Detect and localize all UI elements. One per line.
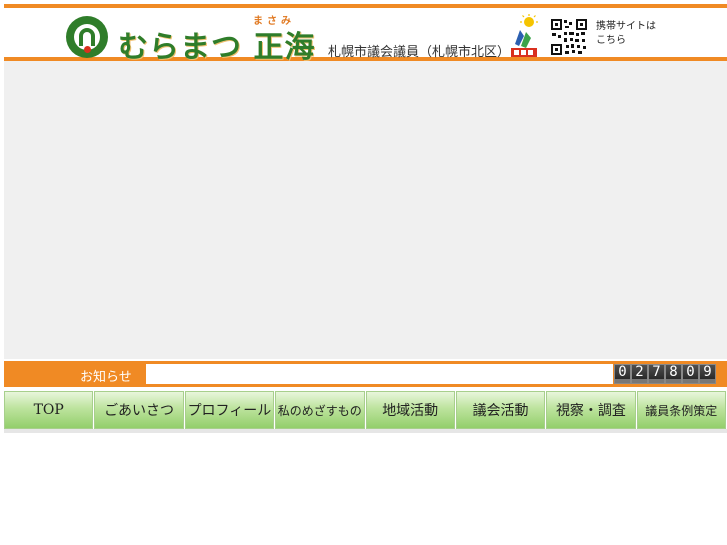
qr-code-icon[interactable] <box>550 18 588 56</box>
site-header: まさみ むらまつ 正海 札幌市議会議員（札幌市北区） 携帯サイトは こちら <box>4 4 727 65</box>
site-logo-text[interactable]: むらまつ 正海 <box>118 22 315 66</box>
main-content-area <box>4 61 727 359</box>
nav-item-vision[interactable]: 私のめざすもの <box>275 391 365 429</box>
nav-item-profile[interactable]: プロフィール <box>184 391 275 429</box>
counter-digit: 0 <box>614 364 631 384</box>
counter-digit: 2 <box>631 364 648 384</box>
main-nav: TOP ごあいさつ プロフィール 私のめざすもの 地域活動 議会活動 視察・調査… <box>4 391 727 429</box>
nav-item-top[interactable]: TOP <box>4 391 94 429</box>
nav-item-inspection[interactable]: 視察・調査 <box>546 391 636 429</box>
access-counter: 0 2 7 8 0 9 <box>614 364 716 384</box>
site-subtitle: 札幌市議会議員（札幌市北区） <box>328 45 511 60</box>
news-bar: お知らせ 0 2 7 8 0 9 <box>4 361 727 387</box>
news-ticker[interactable] <box>146 364 613 384</box>
counter-digit: 7 <box>648 364 665 384</box>
page: まさみ むらまつ 正海 札幌市議会議員（札幌市北区） 携帯サイトは こちら お知… <box>0 0 727 545</box>
counter-digit: 9 <box>699 364 716 384</box>
nav-item-community[interactable]: 地域活動 <box>365 391 455 429</box>
nav-item-assembly[interactable]: 議会活動 <box>455 391 546 429</box>
logo-mark-icon[interactable] <box>66 16 108 58</box>
nav-item-greeting[interactable]: ごあいさつ <box>94 391 184 429</box>
nav-divider <box>4 429 727 433</box>
counter-digit: 0 <box>682 364 699 384</box>
news-label: お知らせ <box>80 370 132 385</box>
counter-digit: 8 <box>665 364 682 384</box>
nav-item-ordinance[interactable]: 議員条例策定 <box>636 391 726 429</box>
mobile-site-link[interactable]: 携帯サイトは こちら <box>596 20 656 48</box>
party-logo-icon[interactable] <box>509 14 539 58</box>
